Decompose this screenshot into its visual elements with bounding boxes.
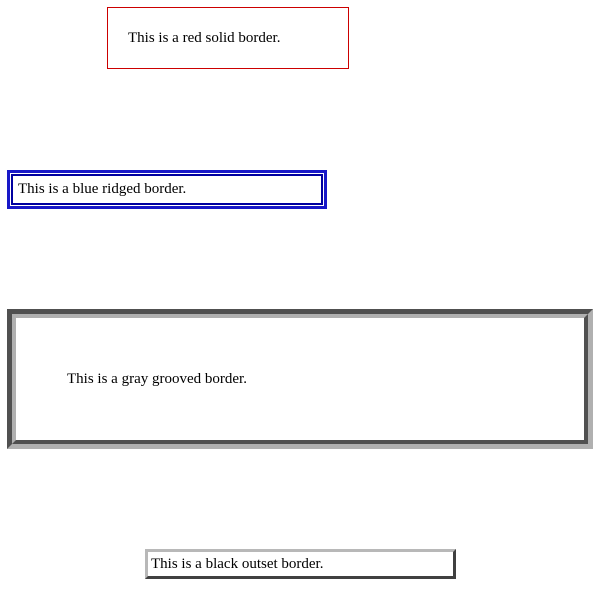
red-solid-border-box: This is a red solid border. — [107, 7, 349, 69]
blue-ridged-border-text: This is a blue ridged border. — [18, 181, 187, 197]
gray-grooved-border-box: This is a gray grooved border. — [7, 309, 593, 449]
gray-grooved-border-text: This is a gray grooved border. — [67, 370, 247, 387]
black-outset-border-box: This is a black outset border. — [145, 549, 456, 579]
blue-ridged-border-box: This is a blue ridged border. — [7, 170, 327, 209]
red-solid-border-text: This is a red solid border. — [128, 29, 281, 46]
black-outset-border-text: This is a black outset border. — [151, 555, 324, 572]
page-canvas: This is a red solid border. This is a bl… — [0, 0, 600, 600]
